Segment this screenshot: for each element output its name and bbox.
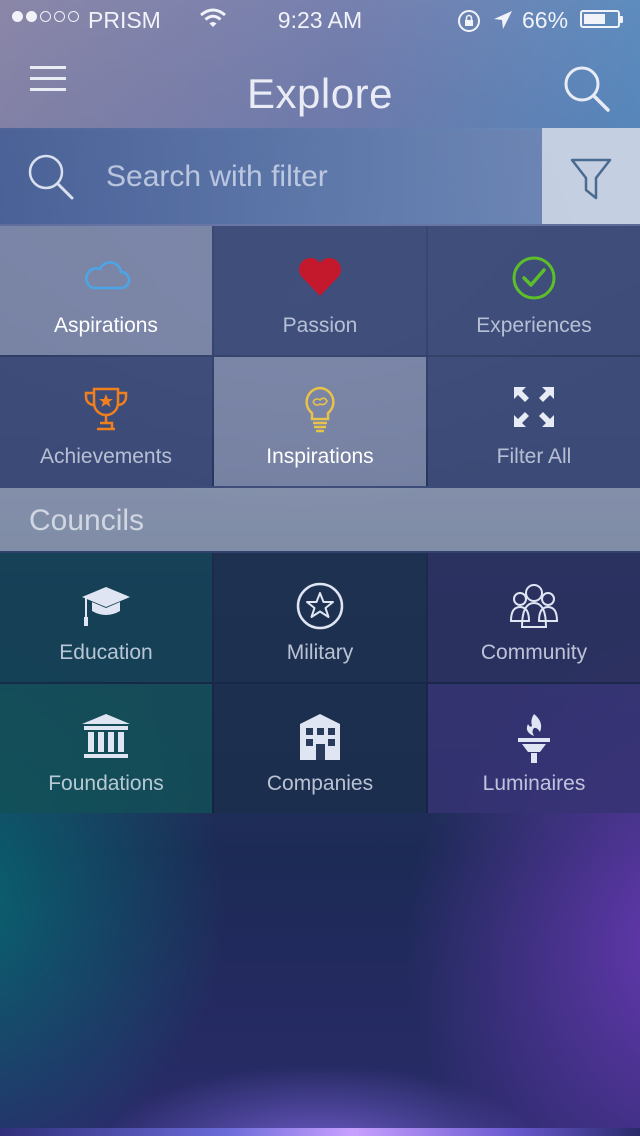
cloud-icon — [85, 261, 131, 290]
council-foundations[interactable]: Foundations — [0, 684, 212, 813]
council-military[interactable]: Military — [214, 553, 426, 682]
council-label: Foundations — [48, 772, 164, 795]
search-button[interactable] — [562, 64, 618, 120]
people-group-icon — [509, 584, 559, 628]
category-label: Achievements — [40, 445, 172, 468]
category-achievements[interactable]: Achievements — [0, 357, 212, 486]
category-label: Inspirations — [266, 445, 374, 468]
bottom-glow — [0, 1128, 640, 1136]
search-input[interactable] — [104, 146, 528, 208]
category-label: Passion — [282, 314, 358, 337]
category-experiences[interactable]: Experiences — [428, 226, 640, 355]
battery-icon — [580, 10, 623, 28]
columns-building-icon — [82, 714, 130, 758]
council-label: Companies — [266, 772, 374, 795]
category-passion[interactable]: Passion — [214, 226, 426, 355]
council-label: Military — [286, 641, 354, 664]
search-field-icon — [28, 154, 74, 200]
category-filter-all[interactable]: Filter All — [428, 357, 640, 486]
funnel-icon — [570, 158, 612, 200]
category-label: Experiences — [476, 314, 592, 337]
category-grid: Aspirations Passion Experiences Achievem… — [0, 226, 640, 486]
council-community[interactable]: Community — [428, 553, 640, 682]
heart-icon — [298, 257, 342, 296]
search-icon — [564, 66, 610, 112]
page-title: Explore — [247, 70, 393, 117]
battery-percent: 66% — [522, 7, 569, 33]
navigation-bar: Explore — [0, 40, 640, 128]
office-building-icon — [300, 714, 340, 760]
torch-icon — [518, 714, 550, 763]
council-label: Luminaires — [482, 772, 586, 795]
search-bar — [0, 128, 640, 224]
council-label: Community — [480, 641, 588, 664]
status-bar: PRISM 9:23 AM 66% — [0, 0, 640, 40]
council-education[interactable]: Education — [0, 553, 212, 682]
expand-arrows-icon — [514, 387, 554, 427]
lightbulb-icon — [305, 386, 335, 433]
council-label: Education — [59, 641, 153, 664]
councils-grid: Education Military Community Foundations… — [0, 553, 640, 813]
category-label: Aspirations — [54, 314, 158, 337]
category-aspirations[interactable]: Aspirations — [0, 226, 212, 355]
filter-button[interactable] — [542, 128, 640, 224]
graduation-cap-icon — [82, 587, 130, 626]
category-inspirations[interactable]: Inspirations — [214, 357, 426, 486]
trophy-icon — [84, 387, 128, 431]
location-arrow-icon — [492, 9, 514, 37]
rotation-lock-icon — [456, 8, 482, 40]
councils-section-header: Councils — [0, 488, 640, 551]
council-luminaires[interactable]: Luminaires — [428, 684, 640, 813]
category-label: Filter All — [496, 445, 572, 468]
check-circle-icon — [512, 256, 556, 300]
council-companies[interactable]: Companies — [214, 684, 426, 813]
star-circle-icon — [296, 582, 344, 630]
section-title: Councils — [29, 504, 145, 537]
